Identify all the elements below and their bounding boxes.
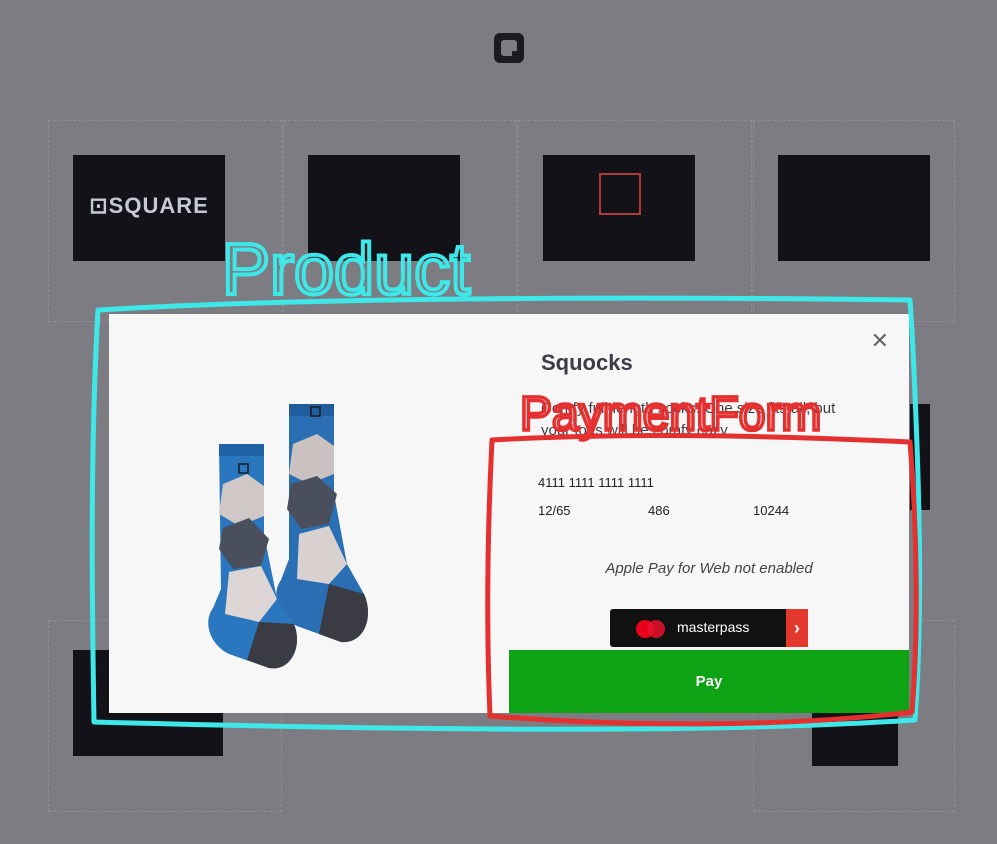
chevron-right-icon: › <box>786 609 808 647</box>
apple-pay-message: Apple Pay for Web not enabled <box>605 560 813 577</box>
gallery-thumbnail[interactable] <box>308 155 460 261</box>
pay-button[interactable]: Pay <box>509 650 909 713</box>
product-modal: ✕ Squocks Comfy full-length socks. One s… <box>109 314 909 713</box>
product-description: Comfy full-length socks. One size fits a… <box>541 400 836 439</box>
masterpass-button[interactable]: masterpass › <box>610 609 808 647</box>
mastercard-icon <box>647 620 665 638</box>
gallery-thumbnail[interactable] <box>778 155 930 261</box>
gallery-thumbnail[interactable]: ⊡SQUARE <box>73 155 225 261</box>
cvv-field[interactable]: 486 <box>648 503 670 518</box>
expiration-field[interactable]: 12/65 <box>538 503 571 518</box>
card-number-field[interactable]: 4111 1111 1111 1111 <box>538 475 654 490</box>
masterpass-label: masterpass <box>677 619 750 635</box>
postal-code-field[interactable]: 10244 <box>753 503 789 518</box>
close-icon[interactable]: ✕ <box>871 330 889 352</box>
gallery-thumbnail[interactable] <box>543 155 695 261</box>
thumbnail-label: ⊡SQUARE <box>89 193 209 218</box>
product-title: Squocks <box>541 350 633 375</box>
gallery-thumbnail[interactable] <box>910 404 930 510</box>
product-image <box>208 404 369 669</box>
square-logo-icon <box>494 33 524 63</box>
